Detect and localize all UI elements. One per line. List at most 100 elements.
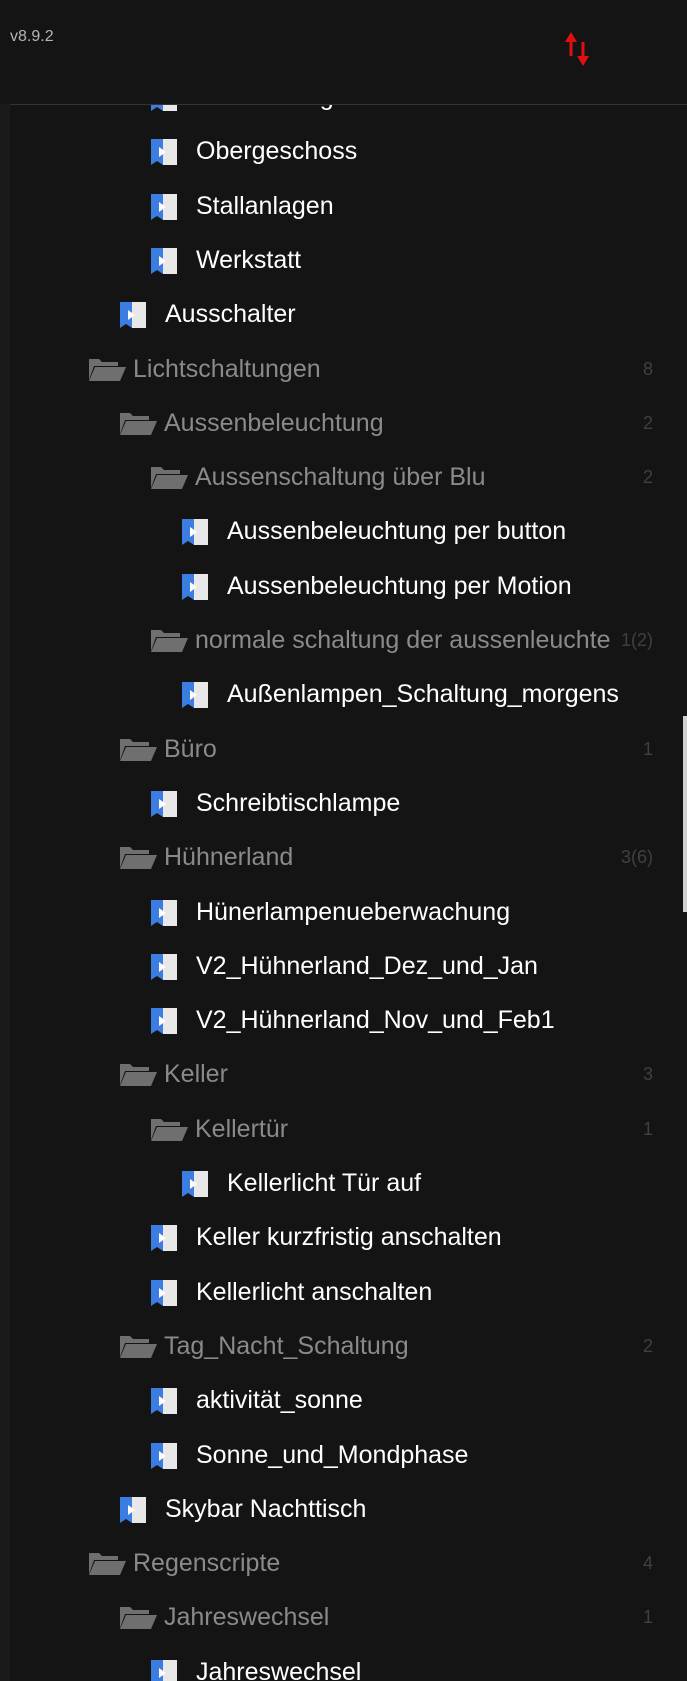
script-label: V2_Hühnerland_Nov_und_Feb1 [196, 1006, 555, 1035]
folder-icon [118, 1332, 158, 1365]
script-icon [149, 1006, 179, 1041]
tree-folder-row[interactable]: Aussenbeleuchtung 2 [10, 396, 677, 450]
folder-count: 2 [642, 1335, 653, 1356]
folder-count: 1 [642, 1607, 653, 1628]
tree-folder-row[interactable]: Hühnerland 3(6) [10, 830, 677, 884]
folder-count: 3 [642, 1064, 653, 1085]
tree-script-row[interactable]: Keller kurzfristig anschalten [10, 1210, 677, 1264]
folder-label: Hühnerland [164, 843, 294, 872]
tree-script-row[interactable]: Kellerlicht anschalten [10, 1265, 677, 1319]
folder-icon [118, 735, 158, 768]
script-label: Kellerlicht Tür auf [227, 1169, 422, 1197]
scrollbar-thumb[interactable] [683, 716, 687, 912]
folder-label: Büro [164, 734, 217, 763]
script-label: V2_Hühnerland_Dez_und_Jan [196, 951, 538, 980]
sort-arrows-icon [565, 32, 589, 66]
tree-script-row[interactable]: Sonne_und_Mondphase [10, 1428, 677, 1482]
script-icon [149, 1278, 179, 1313]
folder-label: Kellertür [195, 1114, 289, 1143]
tree-script-row[interactable]: Außenlampen_Schaltung_morgens [10, 667, 677, 721]
folder-label: Lichtschaltungen [133, 354, 321, 383]
script-label: Jahreswechsel [196, 1657, 362, 1681]
tree-script-row[interactable]: Kellerlicht Tür auf [10, 1156, 677, 1210]
tree-script-row[interactable]: aktivität_sonne [10, 1373, 677, 1427]
script-label: Hünerlampenueberwachung [196, 897, 511, 926]
script-tree[interactable]: Gartenanlage Obergeschoss Stallanlagen Werk… [10, 105, 687, 1681]
script-label: Außenlampen_Schaltung_morgens [227, 680, 619, 709]
script-icon [149, 789, 179, 824]
version-label: v8.9.2 [10, 28, 54, 45]
script-label: Aussenbeleuchtung per Motion [227, 571, 572, 600]
folder-icon [118, 843, 158, 876]
folder-label: Regenscripte [133, 1549, 281, 1578]
sort-button[interactable] [561, 30, 595, 70]
script-icon [149, 137, 179, 172]
folder-icon [87, 1549, 127, 1582]
script-icon [149, 1441, 179, 1476]
tree-folder-row[interactable]: normale schaltung der aussenleuchte 1(2) [10, 613, 677, 667]
tree-script-row[interactable]: Hünerlampenueberwachung [10, 885, 677, 939]
script-icon [180, 517, 210, 552]
tree-script-row[interactable]: Obergeschoss [10, 124, 677, 178]
tree-script-row[interactable]: Ausschalter [10, 287, 677, 341]
script-icon [118, 300, 148, 335]
tree-script-row[interactable]: Aussenbeleuchtung per button [10, 504, 677, 558]
script-label: Ausschalter [165, 300, 296, 329]
script-icon [149, 246, 179, 281]
script-icon [118, 1495, 148, 1530]
script-label: Werkstatt [196, 245, 302, 274]
folder-count: 8 [642, 358, 653, 379]
folder-count: 1(2) [620, 630, 653, 650]
folder-label: Jahreswechsel [164, 1603, 330, 1632]
tree-folder-row[interactable]: Lichtschaltungen 8 [10, 342, 677, 396]
script-icon [149, 898, 179, 933]
folder-count: 3(6) [620, 847, 653, 868]
script-label: Kellerlicht anschalten [196, 1277, 433, 1306]
folder-count: 2 [642, 412, 653, 433]
folder-label: Tag_Nacht_Schaltung [164, 1331, 409, 1360]
folder-count: 1 [642, 738, 653, 759]
script-label: Gartenanlage [196, 105, 348, 111]
script-label: Schreibtischlampe [196, 788, 401, 817]
tree-folder-row[interactable]: Büro 1 [10, 722, 677, 776]
tree-script-row[interactable]: Schreibtischlampe [10, 776, 677, 830]
folder-count: 4 [642, 1553, 653, 1574]
script-label: Stallanlagen [196, 191, 334, 220]
tree-script-row[interactable]: Jahreswechsel [10, 1645, 677, 1681]
folder-icon [149, 626, 189, 659]
script-icon [149, 192, 179, 227]
tree-script-row[interactable]: V2_Hühnerland_Dez_und_Jan [10, 939, 677, 993]
tree-script-row[interactable]: Aussenbeleuchtung per Motion [10, 559, 677, 613]
tree-folder-row[interactable]: Aussenschaltung über Blu 2 [10, 450, 677, 504]
tree-script-row[interactable]: Stallanlagen [10, 179, 677, 233]
folder-label: Keller [164, 1060, 228, 1089]
app-header: v8.9.2 [0, 0, 687, 104]
folder-icon [149, 463, 189, 496]
script-icon [149, 1658, 179, 1681]
tree-folder-row[interactable]: Jahreswechsel 1 [10, 1590, 677, 1644]
script-icon [149, 1223, 179, 1258]
tree-script-row[interactable]: Skybar Nachttisch [10, 1482, 677, 1536]
folder-icon [118, 1603, 158, 1636]
folder-label: Aussenbeleuchtung [164, 408, 384, 437]
folder-label: Aussenschaltung über Blu [195, 463, 486, 492]
script-label: Keller kurzfristig anschalten [196, 1223, 502, 1252]
tree-folder-row[interactable]: Tag_Nacht_Schaltung 2 [10, 1319, 677, 1373]
folder-icon [149, 1115, 189, 1148]
folder-icon [118, 409, 158, 442]
tree-folder-row[interactable]: Keller 3 [10, 1047, 677, 1101]
script-label: aktivität_sonne [196, 1386, 363, 1415]
tree-folder-row[interactable]: Kellertür 1 [10, 1102, 677, 1156]
script-icon [149, 105, 179, 118]
script-label: Aussenbeleuchtung per button [227, 517, 567, 546]
tree-script-row[interactable]: V2_Hühnerland_Nov_und_Feb1 [10, 993, 677, 1047]
folder-count: 2 [642, 467, 653, 488]
tree-script-row[interactable]: Gartenanlage [10, 105, 677, 124]
script-icon [180, 1169, 210, 1204]
tree-script-row[interactable]: Werkstatt [10, 233, 677, 287]
script-label: Skybar Nachttisch [165, 1494, 367, 1523]
script-label: Sonne_und_Mondphase [196, 1440, 469, 1469]
script-label: Obergeschoss [196, 137, 358, 166]
folder-icon [118, 1060, 158, 1093]
tree-folder-row[interactable]: Regenscripte 4 [10, 1536, 677, 1590]
